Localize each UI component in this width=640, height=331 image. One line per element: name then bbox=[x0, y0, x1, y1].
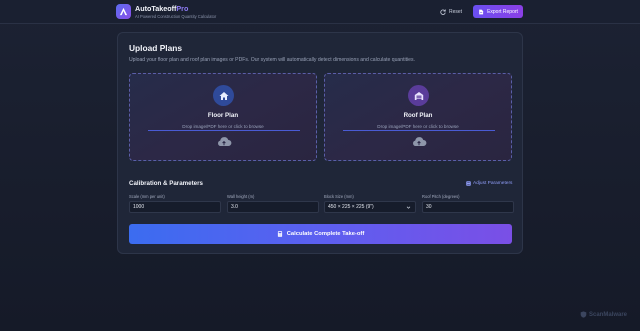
floor-plan-icon-badge bbox=[213, 85, 234, 106]
refresh-icon bbox=[440, 8, 446, 15]
adjust-parameters-label: Adjust Parameters bbox=[473, 181, 513, 186]
export-report-button[interactable]: Export Report bbox=[473, 5, 523, 18]
garage-icon bbox=[414, 91, 423, 100]
floor-plan-dropzone[interactable]: Floor Plan Drop image/PDF here or click … bbox=[129, 73, 317, 161]
home-icon bbox=[219, 91, 228, 100]
floor-plan-divider bbox=[148, 130, 300, 131]
app-title-main: AutoTakeoff bbox=[135, 4, 177, 13]
calibration-title: Calibration & Parameters bbox=[129, 180, 203, 187]
roof-plan-divider bbox=[343, 130, 495, 131]
sliders-icon bbox=[466, 181, 471, 186]
roof-pitch-input[interactable]: 30 bbox=[422, 201, 514, 213]
adjust-parameters-link[interactable]: Adjust Parameters bbox=[466, 181, 512, 186]
export-label: Export Report bbox=[487, 8, 518, 15]
app-header: AutoTakeoffPro AI Powered Construction Q… bbox=[0, 0, 640, 24]
scale-label: Scale (mm per unit) bbox=[129, 194, 165, 199]
cloud-upload-icon bbox=[218, 137, 232, 146]
shield-icon bbox=[580, 311, 587, 318]
upload-description: Upload your floor plan and roof plan ima… bbox=[129, 57, 415, 63]
calculate-takeoff-label: Calculate Complete Take-off bbox=[286, 231, 365, 237]
wall-height-label: Wall height (m) bbox=[227, 194, 255, 199]
scale-input[interactable]: 1000 bbox=[129, 201, 221, 213]
roof-plan-icon-badge bbox=[408, 85, 429, 106]
reset-label: Reset bbox=[449, 8, 463, 15]
app-title: AutoTakeoffPro bbox=[135, 4, 188, 13]
upload-title: Upload Plans bbox=[129, 43, 183, 53]
block-size-select[interactable]: 450 × 225 × 225 (9") bbox=[324, 201, 416, 213]
block-size-label: Block Size (mm) bbox=[324, 194, 354, 199]
cloud-upload-icon bbox=[413, 137, 427, 146]
logo-a-icon bbox=[119, 7, 128, 16]
app-logo bbox=[116, 4, 131, 19]
wall-height-input[interactable]: 3.0 bbox=[227, 201, 319, 213]
app-subtitle: AI Powered Construction Quantity Calcula… bbox=[135, 13, 217, 19]
file-export-icon bbox=[479, 9, 484, 14]
roof-plan-hint: Drop image/PDF here or click to browse bbox=[377, 124, 459, 129]
app-title-accent: Pro bbox=[176, 4, 189, 13]
calculate-takeoff-button[interactable]: Calculate Complete Take-off bbox=[129, 224, 512, 244]
roof-pitch-label: Roof Pitch (degrees) bbox=[422, 194, 460, 199]
floor-plan-title: Floor Plan bbox=[207, 112, 239, 119]
reset-button[interactable]: Reset bbox=[440, 6, 462, 17]
roof-plan-dropzone[interactable]: Roof Plan Drop image/PDF here or click t… bbox=[324, 73, 512, 161]
calculator-icon bbox=[277, 231, 282, 237]
upload-card: Upload Plans Upload your floor plan and … bbox=[117, 32, 523, 254]
block-size-value: 450 × 225 × 225 (9") bbox=[328, 204, 374, 210]
watermark: ScanMalware bbox=[580, 311, 627, 318]
roof-plan-title: Roof Plan bbox=[403, 112, 433, 119]
floor-plan-hint: Drop image/PDF here or click to browse bbox=[182, 124, 264, 129]
watermark-text: ScanMalware bbox=[589, 311, 628, 318]
chevron-down-icon bbox=[406, 206, 411, 209]
